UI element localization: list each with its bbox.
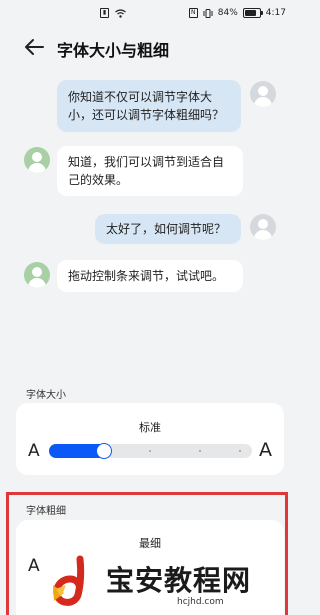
font-size-slider-thumb[interactable] — [96, 443, 112, 459]
slider-tick — [199, 450, 201, 452]
chat-line: 己的效果。 — [68, 173, 129, 187]
chat-line: 拖动控制条来调节，试试吧。 — [68, 269, 225, 283]
back-arrow-icon[interactable] — [24, 38, 44, 56]
nfc-icon: N — [188, 8, 198, 18]
status-right: N 84% 4:17 — [188, 8, 286, 18]
status-bar: ▮ N 84% 4:17 — [0, 0, 300, 26]
page-title: 字体大小与粗细 — [57, 41, 170, 60]
watermark: 宝安教程网 hcjhd.com — [50, 553, 290, 613]
chat-bubble-right: 你知道不仅可以调节字体大 小，还可以调节字体粗细吗？ — [57, 80, 241, 132]
watermark-logo-icon — [53, 555, 85, 606]
chat-bubble-left: 知道，我们可以调节到适合自 己的效果。 — [57, 146, 243, 196]
status-left: ▮ — [100, 8, 126, 18]
font-size-large-letter: A — [259, 439, 272, 461]
watermark-text: 宝安教程网 — [106, 564, 252, 597]
avatar — [250, 214, 276, 240]
font-size-slider[interactable] — [49, 443, 252, 459]
font-size-small-letter: A — [28, 441, 40, 461]
chat-line: 你知道不仅可以调节字体大 — [68, 90, 213, 104]
header: 字体大小与粗细 — [0, 30, 300, 64]
font-size-value-label: 标准 — [139, 421, 161, 434]
sim-icon: ▮ — [100, 8, 109, 18]
slider-tick — [149, 450, 151, 452]
avatar — [24, 147, 50, 173]
font-size-card: 标准 A A — [16, 403, 284, 475]
avatar — [250, 81, 276, 107]
chat-line: 知道，我们可以调节到适合自 — [68, 155, 225, 169]
clock: 4:17 — [265, 8, 286, 18]
battery-icon — [242, 8, 263, 18]
slider-tick — [239, 450, 241, 452]
chat-line: 小，还可以调节字体粗细吗？ — [68, 108, 225, 122]
chat-bubble-left: 拖动控制条来调节，试试吧。 — [57, 260, 243, 292]
wifi-icon — [115, 8, 126, 18]
battery-percent: 84% — [217, 8, 238, 18]
font-size-section-label: 字体大小 — [26, 390, 66, 401]
avatar — [24, 262, 50, 288]
chat-bubble-right: 太好了，如何调节呢？ — [95, 214, 241, 244]
chat-line: 太好了，如何调节呢？ — [106, 222, 227, 236]
vibrate-icon — [203, 8, 213, 18]
watermark-url: hcjhd.com — [177, 597, 224, 607]
